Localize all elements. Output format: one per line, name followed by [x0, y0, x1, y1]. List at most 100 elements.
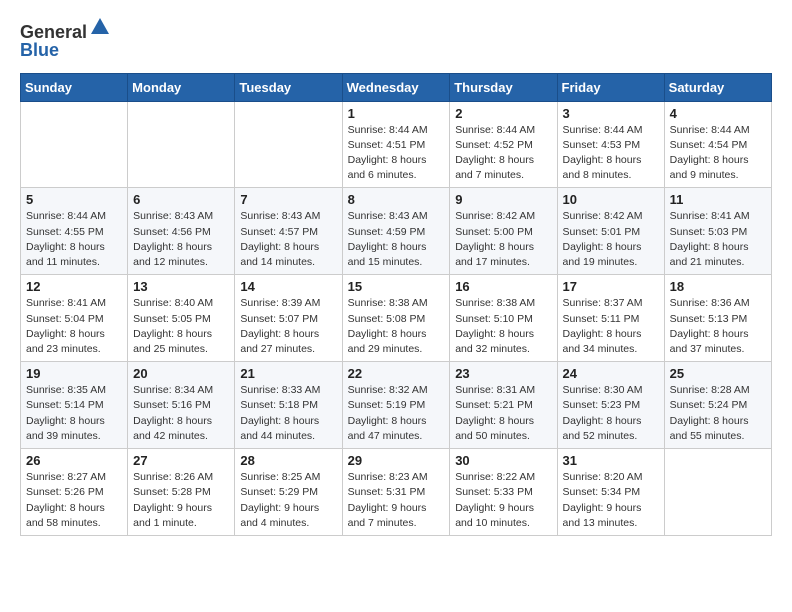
calendar-empty-cell	[235, 101, 342, 188]
calendar-day-cell: 20Sunrise: 8:34 AM Sunset: 5:16 PM Dayli…	[128, 362, 235, 449]
day-info: Sunrise: 8:32 AM Sunset: 5:19 PM Dayligh…	[348, 383, 445, 444]
day-info: Sunrise: 8:37 AM Sunset: 5:11 PM Dayligh…	[563, 296, 659, 357]
day-info: Sunrise: 8:44 AM Sunset: 4:51 PM Dayligh…	[348, 123, 445, 184]
calendar-day-cell: 30 Sunrise: 8:22 AM Sunset: 5:33 PM Dayli…	[450, 449, 557, 536]
calendar-day-cell: 1Sunrise: 8:44 AM Sunset: 4:51 PM Daylig…	[342, 101, 450, 188]
day-info: Sunrise: 8:26 AM Sunset: 5:28 PM Dayligh…	[133, 470, 229, 531]
day-info: Sunrise: 8:44 AM Sunset: 4:53 PM Dayligh…	[563, 123, 659, 184]
calendar-week-row: 26 Sunrise: 8:27 AM Sunset: 5:26 PM Dayli…	[21, 449, 772, 536]
day-number: 16	[455, 279, 551, 294]
calendar-day-cell: 29 Sunrise: 8:23 AM Sunset: 5:31 PM Dayli…	[342, 449, 450, 536]
day-number: 14	[240, 279, 336, 294]
day-number: 3	[563, 106, 659, 121]
calendar-day-cell: 22 Sunrise: 8:32 AM Sunset: 5:19 PM Dayli…	[342, 362, 450, 449]
day-number: 26	[26, 453, 122, 468]
day-number: 30	[455, 453, 551, 468]
day-number: 6	[133, 192, 229, 207]
weekday-header-wednesday: Wednesday	[342, 73, 450, 101]
day-info: Sunrise: 8:36 AM Sunset: 5:13 PM Dayligh…	[670, 296, 766, 357]
logo: General Blue	[20, 16, 111, 61]
day-info: Sunrise: 8:33 AM Sunset: 5:18 PM Dayligh…	[240, 383, 336, 444]
day-number: 22	[348, 366, 445, 381]
calendar-day-cell: 15Sunrise: 8:38 AM Sunset: 5:08 PM Dayli…	[342, 275, 450, 362]
calendar-day-cell: 10Sunrise: 8:42 AM Sunset: 5:01 PM Dayli…	[557, 188, 664, 275]
day-info: Sunrise: 8:39 AM Sunset: 5:07 PM Dayligh…	[240, 296, 336, 357]
day-info: Sunrise: 8:42 AM Sunset: 5:00 PM Dayligh…	[455, 209, 551, 270]
day-number: 17	[563, 279, 659, 294]
calendar-day-cell: 8 Sunrise: 8:43 AM Sunset: 4:59 PM Daylig…	[342, 188, 450, 275]
day-info: Sunrise: 8:43 AM Sunset: 4:59 PM Dayligh…	[348, 209, 445, 270]
calendar-day-cell: 17 Sunrise: 8:37 AM Sunset: 5:11 PM Dayli…	[557, 275, 664, 362]
calendar-day-cell: 31Sunrise: 8:20 AM Sunset: 5:34 PM Dayli…	[557, 449, 664, 536]
weekday-header-friday: Friday	[557, 73, 664, 101]
calendar-empty-cell	[664, 449, 771, 536]
day-number: 28	[240, 453, 336, 468]
day-number: 4	[670, 106, 766, 121]
day-info: Sunrise: 8:35 AM Sunset: 5:14 PM Dayligh…	[26, 383, 122, 444]
day-info: Sunrise: 8:44 AM Sunset: 4:55 PM Dayligh…	[26, 209, 122, 270]
calendar-day-cell: 23 Sunrise: 8:31 AM Sunset: 5:21 PM Dayli…	[450, 362, 557, 449]
calendar-empty-cell	[21, 101, 128, 188]
calendar-day-cell: 19 Sunrise: 8:35 AM Sunset: 5:14 PM Dayli…	[21, 362, 128, 449]
day-info: Sunrise: 8:44 AM Sunset: 4:52 PM Dayligh…	[455, 123, 551, 184]
day-number: 7	[240, 192, 336, 207]
logo-blue-text: Blue	[20, 40, 59, 60]
calendar-day-cell: 7 Sunrise: 8:43 AM Sunset: 4:57 PM Daylig…	[235, 188, 342, 275]
day-info: Sunrise: 8:20 AM Sunset: 5:34 PM Dayligh…	[563, 470, 659, 531]
day-info: Sunrise: 8:22 AM Sunset: 5:33 PM Dayligh…	[455, 470, 551, 531]
day-info: Sunrise: 8:27 AM Sunset: 5:26 PM Dayligh…	[26, 470, 122, 531]
calendar-day-cell: 27 Sunrise: 8:26 AM Sunset: 5:28 PM Dayli…	[128, 449, 235, 536]
calendar-day-cell: 16 Sunrise: 8:38 AM Sunset: 5:10 PM Dayli…	[450, 275, 557, 362]
calendar-day-cell: 13Sunrise: 8:40 AM Sunset: 5:05 PM Dayli…	[128, 275, 235, 362]
calendar-day-cell: 21 Sunrise: 8:33 AM Sunset: 5:18 PM Dayli…	[235, 362, 342, 449]
calendar-empty-cell	[128, 101, 235, 188]
day-number: 11	[670, 192, 766, 207]
weekday-header-monday: Monday	[128, 73, 235, 101]
day-number: 21	[240, 366, 336, 381]
weekday-header-saturday: Saturday	[664, 73, 771, 101]
day-number: 25	[670, 366, 766, 381]
day-info: Sunrise: 8:38 AM Sunset: 5:10 PM Dayligh…	[455, 296, 551, 357]
day-number: 29	[348, 453, 445, 468]
day-number: 2	[455, 106, 551, 121]
calendar-day-cell: 12Sunrise: 8:41 AM Sunset: 5:04 PM Dayli…	[21, 275, 128, 362]
day-info: Sunrise: 8:40 AM Sunset: 5:05 PM Dayligh…	[133, 296, 229, 357]
calendar-day-cell: 3 Sunrise: 8:44 AM Sunset: 4:53 PM Daylig…	[557, 101, 664, 188]
calendar-day-cell: 18 Sunrise: 8:36 AM Sunset: 5:13 PM Dayli…	[664, 275, 771, 362]
calendar-day-cell: 24Sunrise: 8:30 AM Sunset: 5:23 PM Dayli…	[557, 362, 664, 449]
day-number: 24	[563, 366, 659, 381]
day-info: Sunrise: 8:28 AM Sunset: 5:24 PM Dayligh…	[670, 383, 766, 444]
calendar-week-row: 12Sunrise: 8:41 AM Sunset: 5:04 PM Dayli…	[21, 275, 772, 362]
weekday-header-thursday: Thursday	[450, 73, 557, 101]
calendar-day-cell: 11 Sunrise: 8:41 AM Sunset: 5:03 PM Dayli…	[664, 188, 771, 275]
calendar-week-row: 1Sunrise: 8:44 AM Sunset: 4:51 PM Daylig…	[21, 101, 772, 188]
day-info: Sunrise: 8:44 AM Sunset: 4:54 PM Dayligh…	[670, 123, 766, 184]
day-info: Sunrise: 8:41 AM Sunset: 5:03 PM Dayligh…	[670, 209, 766, 270]
calendar-day-cell: 6Sunrise: 8:43 AM Sunset: 4:56 PM Daylig…	[128, 188, 235, 275]
calendar-day-cell: 5 Sunrise: 8:44 AM Sunset: 4:55 PM Daylig…	[21, 188, 128, 275]
day-info: Sunrise: 8:23 AM Sunset: 5:31 PM Dayligh…	[348, 470, 445, 531]
day-number: 18	[670, 279, 766, 294]
day-number: 15	[348, 279, 445, 294]
day-number: 19	[26, 366, 122, 381]
calendar-week-row: 5 Sunrise: 8:44 AM Sunset: 4:55 PM Daylig…	[21, 188, 772, 275]
day-number: 27	[133, 453, 229, 468]
weekday-header-row: SundayMondayTuesdayWednesdayThursdayFrid…	[21, 73, 772, 101]
weekday-header-sunday: Sunday	[21, 73, 128, 101]
day-info: Sunrise: 8:25 AM Sunset: 5:29 PM Dayligh…	[240, 470, 336, 531]
calendar-day-cell: 9 Sunrise: 8:42 AM Sunset: 5:00 PM Daylig…	[450, 188, 557, 275]
day-info: Sunrise: 8:31 AM Sunset: 5:21 PM Dayligh…	[455, 383, 551, 444]
header: General Blue	[20, 16, 772, 61]
day-info: Sunrise: 8:43 AM Sunset: 4:57 PM Dayligh…	[240, 209, 336, 270]
main-container: General Blue SundayMondayTuesdayWednesda…	[0, 0, 792, 552]
calendar-table: SundayMondayTuesdayWednesdayThursdayFrid…	[20, 73, 772, 536]
calendar-day-cell: 4 Sunrise: 8:44 AM Sunset: 4:54 PM Daylig…	[664, 101, 771, 188]
day-info: Sunrise: 8:42 AM Sunset: 5:01 PM Dayligh…	[563, 209, 659, 270]
day-number: 5	[26, 192, 122, 207]
day-number: 9	[455, 192, 551, 207]
day-number: 12	[26, 279, 122, 294]
day-number: 23	[455, 366, 551, 381]
calendar-day-cell: 28 Sunrise: 8:25 AM Sunset: 5:29 PM Dayli…	[235, 449, 342, 536]
day-number: 8	[348, 192, 445, 207]
day-number: 20	[133, 366, 229, 381]
